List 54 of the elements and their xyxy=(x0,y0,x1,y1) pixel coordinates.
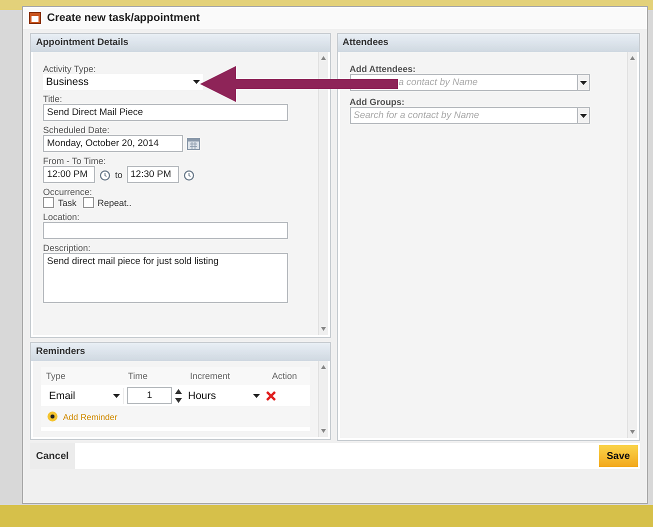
panel-header: Appointment Details xyxy=(31,34,330,52)
scroll-up-icon[interactable] xyxy=(320,365,326,369)
end-time-field[interactable]: 12:30 PM xyxy=(126,166,179,183)
time-separator: to xyxy=(115,170,123,180)
save-button[interactable]: Save xyxy=(598,445,638,467)
scroll-down-icon[interactable] xyxy=(320,429,326,433)
scroll-up-icon[interactable] xyxy=(320,56,326,60)
scroll-down-icon[interactable] xyxy=(630,430,635,434)
column-header: Time xyxy=(128,371,149,383)
field-label: Description: xyxy=(43,243,91,253)
field-label: Occurrence: xyxy=(43,187,92,197)
checkbox-label: Repeat.. xyxy=(98,198,132,208)
dropdown-button[interactable] xyxy=(578,74,590,91)
spinner-icon[interactable] xyxy=(175,388,182,402)
checkbox[interactable] xyxy=(43,197,54,208)
description-field[interactable]: Send direct mail piece for just sold listing xyxy=(43,253,288,303)
panel-header: Reminders xyxy=(31,343,330,361)
field-label: From - To Time: xyxy=(43,156,106,166)
field-label: Location: xyxy=(43,212,80,222)
column-header: Action xyxy=(272,371,298,383)
clock-icon[interactable] xyxy=(99,168,111,180)
search-field[interactable]: Search for a contact by Name xyxy=(350,107,578,124)
caret-icon xyxy=(580,80,586,84)
field-label: Title: xyxy=(43,94,62,104)
delete-icon[interactable] xyxy=(266,390,276,400)
activity-type-dropdown[interactable]: Business xyxy=(43,74,203,90)
caret-icon xyxy=(113,394,120,398)
checkbox-label: Task xyxy=(58,198,77,208)
panel-header: Attendees xyxy=(338,34,639,52)
scroll-down-icon[interactable] xyxy=(320,327,326,331)
field-label: Scheduled Date: xyxy=(43,125,110,135)
scrollbar[interactable] xyxy=(318,361,328,437)
time-field[interactable]: 1 xyxy=(127,387,172,404)
caret-icon xyxy=(580,114,586,118)
title-field[interactable]: Send Direct Mail Piece xyxy=(43,104,288,121)
column-header: Type xyxy=(46,371,67,383)
field-label: Add Attendees: xyxy=(350,64,416,74)
scrollbar[interactable] xyxy=(627,52,637,438)
add-icon[interactable] xyxy=(47,411,58,422)
scrollbar[interactable] xyxy=(318,52,328,335)
caret-icon xyxy=(253,394,260,398)
caret-icon xyxy=(193,80,200,84)
scroll-up-icon[interactable] xyxy=(630,56,635,60)
column-header: Increment xyxy=(190,371,232,383)
cancel-button[interactable]: Cancel xyxy=(30,443,75,469)
field-label: Add Groups: xyxy=(350,97,404,107)
window-title: Create new task/appointment xyxy=(47,12,200,24)
dropdown-button[interactable] xyxy=(578,107,590,124)
start-time-field[interactable]: 12:00 PM xyxy=(43,166,95,183)
checkbox[interactable] xyxy=(82,197,94,208)
clock-icon[interactable] xyxy=(182,168,195,180)
date-field[interactable]: Monday, October 20, 2014 xyxy=(43,135,183,152)
field-label: Activity Type: xyxy=(43,64,96,74)
location-field[interactable] xyxy=(43,222,288,239)
